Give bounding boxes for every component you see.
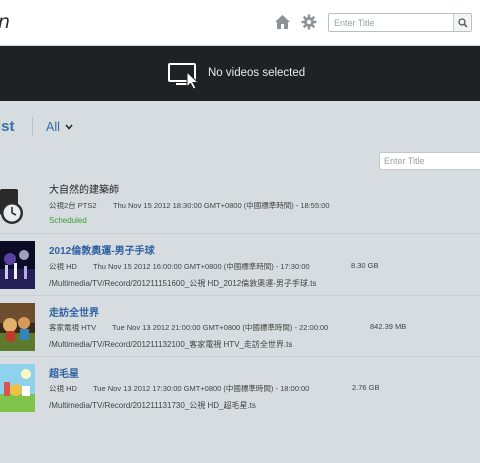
recording-row[interactable]: 大自然的建築師 公視2台 PTS2 Thu Nov 15 2012 18:30:… — [0, 172, 480, 234]
home-icon[interactable] — [274, 14, 291, 30]
player-status-text: No videos selected — [208, 67, 306, 79]
recording-title-link[interactable]: 超毛星 — [49, 365, 79, 380]
chevron-down-icon — [65, 124, 73, 130]
file-size: 8.30 GB — [351, 261, 379, 270]
list-search-input[interactable] — [379, 152, 480, 170]
recording-channel: 公視2台 PTS2 — [49, 201, 97, 210]
video-player-area: No videos selected — [0, 46, 480, 101]
recording-row[interactable]: 走訪全世界 客家電視 HTV Tue Nov 13 2012 21:00:00 … — [0, 296, 480, 357]
search-button[interactable] — [453, 14, 471, 31]
recording-title-link[interactable]: 走訪全世界 — [49, 304, 99, 319]
recording-title-link[interactable]: 2012倫敦奧運-男子手球 — [49, 242, 155, 257]
list-title: ist — [0, 118, 15, 135]
file-path: /Multimedia/TV/Record/201211151600_公視 HD… — [49, 279, 317, 288]
file-size: 842.39 MB — [370, 322, 407, 331]
search-input[interactable] — [329, 14, 453, 31]
file-path: /Multimedia/TV/Record/201211131730_公視 HD… — [49, 401, 256, 410]
recording-channel: 客家電視 HTV — [49, 323, 97, 332]
file-size: 2.76 GB — [352, 383, 380, 392]
recording-time: Thu Nov 15 2012 16:00:00 GMT+0800 (中國標準時… — [93, 262, 310, 271]
filter-value: All — [46, 120, 60, 134]
scheduled-thumbnail — [0, 184, 35, 232]
header-divider — [32, 117, 33, 136]
recording-title: 大自然的建築師 — [49, 185, 119, 196]
app-logo-text: n — [0, 11, 10, 33]
recording-time: Thu Nov 15 2012 18:30:00 GMT+0800 (中國標準時… — [113, 201, 330, 210]
gear-icon[interactable] — [301, 14, 317, 30]
video-thumbnail[interactable] — [0, 303, 35, 351]
video-thumbnail[interactable] — [0, 241, 35, 289]
recording-channel: 公視 HD — [49, 384, 77, 393]
recording-time: Tue Nov 13 2012 21:00:00 GMT+0800 (中國標準時… — [112, 323, 329, 332]
recording-row[interactable]: 2012倫敦奧運-男子手球 公視 HD Thu Nov 15 2012 16:0… — [0, 234, 480, 296]
file-path: /Multimedia/TV/Record/201211132100_客家電視 … — [49, 340, 293, 349]
status-badge: Scheduled — [49, 216, 87, 225]
top-header: n — [0, 0, 480, 46]
recording-channel: 公視 HD — [49, 262, 77, 271]
video-thumbnail[interactable] — [0, 364, 35, 412]
filter-dropdown[interactable]: All — [46, 120, 73, 134]
recording-time: Tue Nov 13 2012 17:30:00 GMT+0800 (中國標準時… — [93, 384, 310, 393]
clock-icon — [0, 189, 23, 224]
recording-row[interactable]: 超毛星 公視 HD Tue Nov 13 2012 17:30:00 GMT+0… — [0, 357, 480, 419]
search-icon — [457, 17, 468, 28]
search-box — [328, 13, 472, 32]
monitor-cursor-icon — [168, 63, 202, 90]
